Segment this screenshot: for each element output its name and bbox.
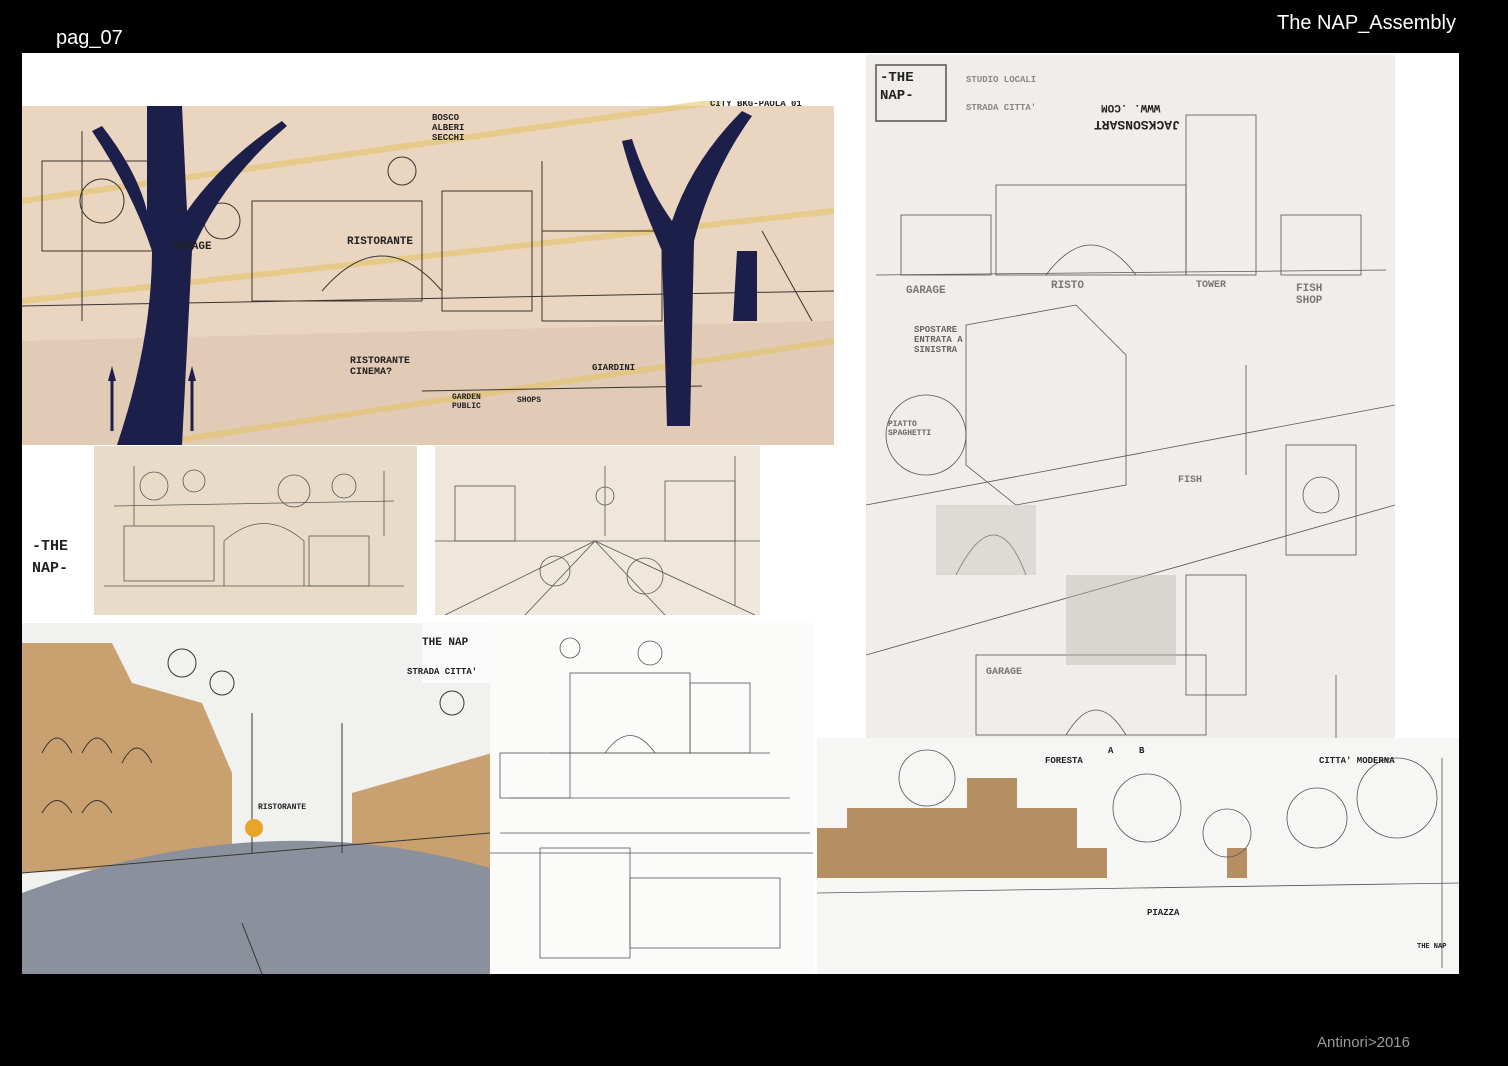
note-risto: RISTO: [1051, 280, 1085, 292]
note-jacksonsart: JACKSONSART: [1094, 117, 1180, 132]
label-giardini: GIARDINI: [592, 363, 636, 373]
note-piatto-spaghetti: PIATTO SPAGHETTI: [888, 420, 932, 438]
note-garage-bottom: GARAGE: [986, 667, 1023, 678]
label-garage: GARAGE: [172, 241, 212, 253]
panel-pencil-architecture: [490, 623, 813, 974]
label-the-nap-corner: THE NAP: [1417, 943, 1447, 951]
panel-colored-street: THE NAP STRADA CITTA' RISTORANTE: [22, 623, 490, 974]
note-www-com: WWW. .COM: [1101, 101, 1161, 113]
label-ristorante: RISTORANTE: [347, 236, 414, 248]
label-bosco: BOSCO ALBERI SECCHI: [432, 113, 465, 143]
label-the-nap: THE NAP: [422, 637, 469, 649]
label-garden-public: GARDEN PUBLIC: [452, 393, 481, 411]
panel-sketch-small-2: [435, 446, 760, 615]
panel-sketch-small-1: [94, 446, 417, 615]
label-b: B: [1139, 746, 1145, 756]
credit: Antinori>2016: [1317, 1034, 1410, 1051]
note-tower: TOWER: [1196, 280, 1227, 291]
label-foresta: FORESTA: [1045, 756, 1083, 766]
sketch-small-1-drawing: [94, 446, 417, 615]
label-ristorante-street: RISTORANTE: [258, 803, 307, 812]
label-city-bkg: CITY BKG-PAOLA 01: [710, 101, 802, 109]
label-ristorante-cinema: RISTORANTE CINEMA?: [350, 356, 411, 378]
page-title: The NAP_Assembly: [1277, 12, 1456, 34]
sketch-board: CITY BKG-PAOLA 01 BOSCO ALBERI SECCHI GA…: [22, 53, 1459, 974]
note-garage-top: GARAGE: [906, 285, 946, 297]
right-sketch-drawing: [866, 55, 1395, 738]
pencil-architecture-drawing: [490, 623, 813, 974]
forest-panorama-drawing: [817, 738, 1459, 974]
panel-forest-panorama: FORESTA A B CITTA' MODERNA PIAZZA THE NA…: [817, 738, 1459, 974]
page-label: pag_07: [56, 27, 123, 49]
right-sketch-logo: -THE NAP-: [880, 70, 914, 104]
label-shops: SHOPS: [517, 396, 542, 405]
label-strada-citta: STRADA CITTA': [407, 667, 478, 677]
note-fish: FISH: [1178, 475, 1203, 486]
label-citta-moderna: CITTA' MODERNA: [1319, 756, 1395, 766]
note-spostare: SPOSTARE ENTRATA A SINISTRA: [914, 325, 963, 355]
sketch-small-2-drawing: [435, 446, 760, 615]
note-strada-citta: STRADA CITTA': [966, 103, 1037, 113]
panorama-drawing: [22, 101, 834, 445]
note-fish-shop: FISH SHOP: [1296, 283, 1323, 307]
note-studio-locali: STUDIO LOCALI: [966, 75, 1037, 85]
panel-city-panorama: CITY BKG-PAOLA 01 BOSCO ALBERI SECCHI GA…: [22, 101, 834, 445]
label-piazza: PIAZZA: [1147, 908, 1180, 918]
logo-the-nap-side: -THE NAP-: [32, 538, 69, 577]
panel-right-sketch: -THE NAP- STUDIO LOCALI STRADA CITTA' JA…: [866, 55, 1395, 738]
label-a: A: [1108, 746, 1114, 756]
